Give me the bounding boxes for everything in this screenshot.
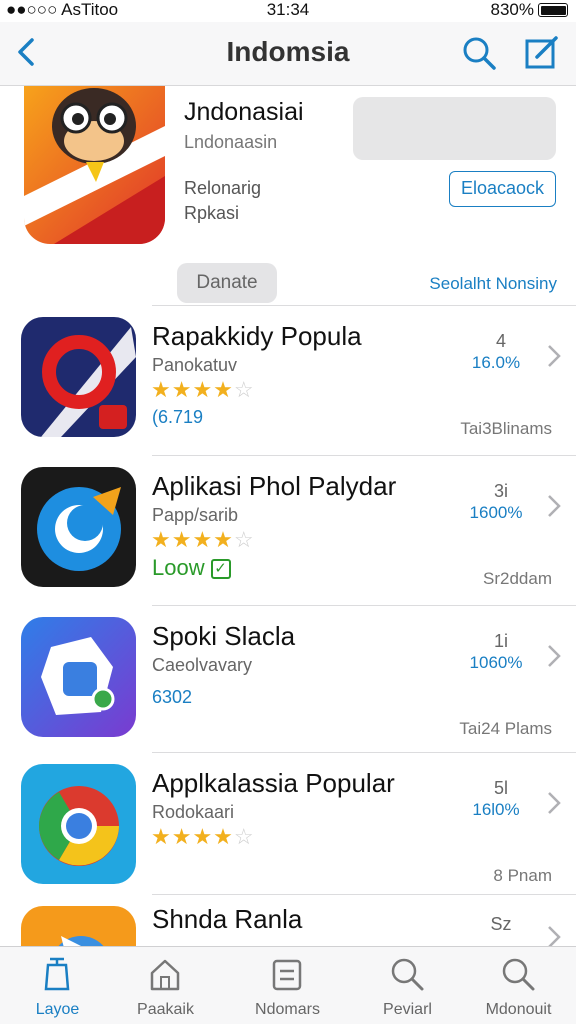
star-rating: ★★★★☆ (151, 377, 255, 402)
app-icon (21, 906, 136, 946)
tab-label: Paakaik (137, 1001, 194, 1018)
app-row[interactable]: Applkalassia Popular Rodokaari ★★★★☆ 5l … (0, 752, 576, 897)
search-icon (502, 958, 535, 991)
featured-banner-placeholder (353, 97, 556, 160)
app-percent: 16l0% (472, 800, 520, 819)
compose-icon[interactable] (522, 34, 560, 72)
app-row[interactable]: Rapakkidy Popula Panokatuv ★★★★☆ (6.719 … (0, 305, 576, 450)
star-rating: ★★★★☆ (151, 527, 255, 552)
featured-app-subtitle: Lndonaasin (184, 132, 278, 152)
list-icon (272, 959, 302, 991)
app-rank: 5l (493, 778, 508, 798)
box-icon (44, 957, 70, 991)
featured-meta-2: Rpkasi (184, 203, 240, 223)
app-category: Panokatuv (152, 355, 238, 375)
star-rating: ★★★★☆ (151, 824, 255, 849)
tab-label: Peviarl (383, 1001, 432, 1018)
chevron-right-icon (548, 645, 561, 667)
featured-meta-1: Relonarig (184, 178, 262, 198)
app-category: Papp/sarib (152, 505, 239, 525)
app-row[interactable]: Spoki Slacla Caeolvavary 6302 1i 1060% T… (0, 605, 576, 750)
house-icon (150, 959, 180, 991)
chevron-right-icon (548, 495, 561, 517)
app-size: Sr2ddam (483, 569, 552, 588)
app-category: Caeolvavary (152, 655, 253, 675)
search-icon[interactable] (460, 34, 498, 72)
app-size: Tai3Blinams (460, 419, 552, 438)
status-label: Loow ✓ (152, 555, 231, 581)
app-name: Spoki Slacla (152, 621, 296, 651)
app-rank: 1i (493, 631, 508, 651)
nav-bar: Indomsia (0, 22, 576, 86)
app-name: Shnda Ranla (152, 904, 303, 934)
app-rank: Sz (490, 914, 512, 934)
app-size: 8 Pnam (493, 866, 552, 885)
tab-paakaik[interactable]: Paakaik (108, 947, 223, 1024)
app-percent: 1060% (469, 653, 523, 672)
app-size: Tai24 Plams (459, 719, 552, 738)
app-row[interactable]: Shnda Ranla Sz (0, 894, 576, 946)
status-text: Loow (152, 555, 205, 580)
app-percent: 1600% (469, 503, 523, 522)
rating-count: (6.719 (152, 407, 204, 427)
app-row[interactable]: Aplikasi Phol Palydar Papp/sarib ★★★★☆ L… (0, 455, 576, 600)
segment-pill[interactable]: Danate (177, 263, 277, 303)
battery-icon (538, 3, 568, 17)
featured-app-icon[interactable] (24, 86, 165, 244)
app-percent: 16.0% (471, 353, 521, 372)
tab-label: Mdonouit (485, 1001, 552, 1018)
checkbox-icon: ✓ (210, 559, 231, 580)
search-icon (391, 958, 424, 991)
app-icon (21, 617, 136, 737)
battery-percent: 830% (490, 0, 534, 19)
app-category: Rodokaari (152, 802, 235, 822)
app-icon (21, 764, 136, 884)
app-name: Aplikasi Phol Palydar (152, 471, 397, 501)
tab-bar: Layoe Paakaik Ndomars Peviarl Mdonouit (0, 946, 576, 1024)
see-all-link[interactable]: Seolalht Nonsiny (429, 274, 557, 294)
tab-peviarl[interactable]: Peviarl (350, 947, 465, 1024)
featured-app-name: Jndonasiai (184, 98, 304, 126)
chevron-right-icon (548, 792, 561, 814)
tab-label: Ndomars (255, 1001, 320, 1018)
app-icon (21, 467, 136, 587)
featured-get-button[interactable]: Eloacaock (449, 171, 556, 207)
chevron-right-icon (548, 345, 561, 367)
app-name: Applkalassia Popular (152, 768, 395, 798)
tab-mdonouit[interactable]: Mdonouit (461, 947, 576, 1024)
app-rank: 3i (493, 481, 508, 501)
app-name: Rapakkidy Popula (152, 321, 362, 351)
tab-ndomars[interactable]: Ndomars (230, 947, 345, 1024)
rating-count: 6302 (152, 687, 193, 707)
tab-layoe[interactable]: Layoe (0, 947, 115, 1024)
app-icon (21, 317, 136, 437)
tab-label: Layoe (35, 1001, 80, 1018)
status-bar: ●●○○○ AsTitoo 31:34 830% (0, 0, 576, 22)
chevron-right-icon (548, 926, 561, 946)
app-rank: 4 (495, 331, 506, 351)
